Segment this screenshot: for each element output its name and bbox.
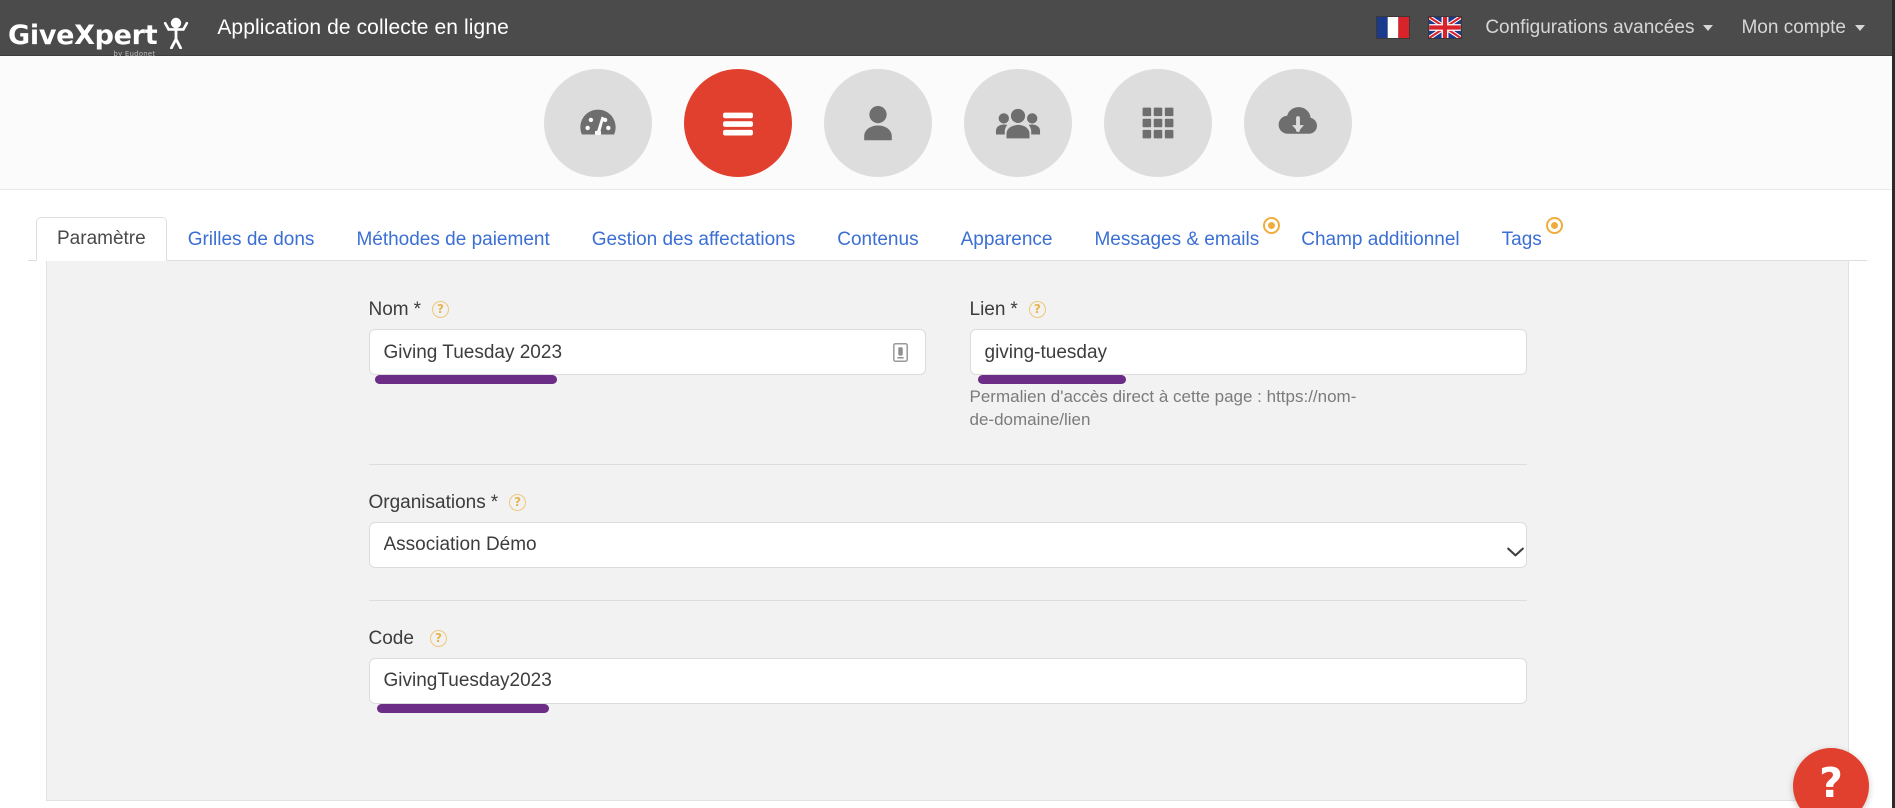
- nav-icon-apps[interactable]: [1103, 68, 1212, 177]
- field-group-code: Code ? GivingTuesday2023: [368, 629, 1527, 713]
- tab-methodes-de-paiement[interactable]: Méthodes de paiement: [335, 218, 570, 261]
- question-circle-icon[interactable]: ?: [509, 493, 527, 511]
- required-marker: *: [490, 491, 499, 513]
- section-divider: [368, 463, 1527, 465]
- annotation-underline-nom: [374, 375, 557, 384]
- question-mark-icon: ?: [1819, 759, 1843, 807]
- tab-parametre[interactable]: Paramètre: [36, 217, 167, 261]
- status-badge-tags: [1545, 217, 1563, 234]
- menu-mon-compte-label: Mon compte: [1741, 16, 1846, 38]
- brand-logo[interactable]: GiveXpert by Eudonet: [8, 0, 189, 58]
- field-label-code: Code ?: [369, 629, 1527, 648]
- annotation-underline-code: [376, 703, 549, 713]
- required-marker: *: [1010, 299, 1018, 320]
- application-window: GiveXpert by Eudonet Application de coll…: [0, 0, 1895, 808]
- person-icon: [855, 100, 901, 146]
- tab-contenus[interactable]: Contenus: [816, 218, 939, 261]
- tab-messages-emails[interactable]: Messages & emails: [1073, 217, 1281, 261]
- module-icon-navigation: [0, 56, 1895, 190]
- tab-champ-additionnel-label: Champ additionnel: [1301, 229, 1460, 250]
- tab-contenus-label: Contenus: [837, 229, 919, 250]
- menu-configurations-avancees-label: Configurations avancées: [1485, 16, 1695, 38]
- field-label-nom-text: Nom: [368, 299, 409, 320]
- field-label-lien-text: Lien: [969, 299, 1006, 320]
- question-circle-icon[interactable]: ?: [429, 629, 447, 647]
- field-label-nom: Nom * ?: [369, 300, 926, 319]
- lien-help-text: Permalien d'accès direct à cette page : …: [969, 387, 1357, 429]
- required-marker: *: [413, 299, 422, 320]
- top-navigation-bar: GiveXpert by Eudonet Application de coll…: [0, 0, 1895, 58]
- nav-icon-campaigns[interactable]: [683, 68, 792, 177]
- cloud-download-icon: [1275, 100, 1321, 146]
- help-support-button[interactable]: ?: [1793, 748, 1869, 808]
- nav-icon-contacts[interactable]: [823, 68, 932, 177]
- section-divider: [368, 599, 1527, 601]
- chevron-down-icon: [1855, 24, 1865, 31]
- person-raised-arms-icon: [163, 17, 189, 50]
- chevron-down-icon: [1703, 24, 1714, 31]
- nav-icon-dashboard[interactable]: [543, 68, 652, 177]
- code-input-value: GivingTuesday2023: [383, 671, 552, 691]
- nom-input[interactable]: Giving Tuesday 2023: [368, 329, 926, 375]
- status-badge-messages-emails: [1263, 217, 1281, 234]
- tab-apparence[interactable]: Apparence: [940, 218, 1074, 261]
- menu-configurations-avancees[interactable]: Configurations avancées: [1471, 0, 1727, 55]
- field-group-organisations: Organisations * ? Association Démo: [368, 493, 1527, 568]
- tab-bar: Paramètre Grilles de dons Méthodes de pa…: [28, 215, 1867, 261]
- brand-name-text: GiveXpert: [8, 20, 158, 51]
- field-label-code-text: Code: [368, 627, 414, 649]
- field-label-organisations: Organisations * ?: [369, 493, 1527, 512]
- nav-icon-export[interactable]: [1243, 68, 1352, 177]
- tab-tags-label: Tags: [1501, 229, 1542, 250]
- grid-apps-icon: [1137, 102, 1179, 144]
- translate-icon[interactable]: [891, 341, 911, 363]
- tab-gestion-des-affectations[interactable]: Gestion des affectations: [571, 218, 817, 261]
- form-row-nom-lien: Nom * ? Giving Tuesday 2023 Lien * ? giv…: [368, 300, 1527, 432]
- tab-parametre-label: Paramètre: [57, 228, 146, 249]
- tab-grilles-de-dons-label: Grilles de dons: [187, 229, 315, 250]
- field-group-nom: Nom * ? Giving Tuesday 2023: [368, 300, 926, 432]
- code-input[interactable]: GivingTuesday2023: [368, 657, 1527, 704]
- tab-methodes-de-paiement-label: Méthodes de paiement: [356, 229, 550, 250]
- flag-united-kingdom-icon[interactable]: [1428, 15, 1463, 40]
- brand-name: GiveXpert by Eudonet: [8, 20, 158, 58]
- field-group-lien: Lien * ? giving-tuesday Permalien d'accè…: [969, 300, 1527, 432]
- tab-grilles-de-dons[interactable]: Grilles de dons: [167, 218, 336, 261]
- tab-messages-emails-label: Messages & emails: [1094, 229, 1260, 250]
- organisations-select-value: Association Démo: [383, 535, 537, 555]
- hamburger-menu-icon: [715, 100, 761, 146]
- lien-input[interactable]: giving-tuesday: [969, 329, 1527, 375]
- tab-gestion-des-affectations-label: Gestion des affectations: [591, 229, 796, 250]
- organisations-select[interactable]: Association Démo: [368, 521, 1527, 568]
- settings-tab-container: Paramètre Grilles de dons Méthodes de pa…: [0, 190, 1895, 808]
- tab-champ-additionnel[interactable]: Champ additionnel: [1280, 218, 1480, 261]
- question-circle-icon[interactable]: ?: [1028, 301, 1046, 318]
- menu-mon-compte[interactable]: Mon compte: [1727, 0, 1879, 55]
- lien-input-value: giving-tuesday: [984, 342, 1108, 362]
- question-circle-icon[interactable]: ?: [432, 301, 450, 318]
- gauge-icon: [575, 100, 621, 146]
- nav-icon-groups[interactable]: [963, 68, 1072, 177]
- flag-france-icon[interactable]: [1376, 16, 1411, 39]
- tab-apparence-label: Apparence: [960, 229, 1053, 250]
- tab-tags[interactable]: Tags: [1481, 217, 1563, 261]
- page-title: Application de collecte en ligne: [217, 15, 509, 39]
- field-label-organisations-text: Organisations: [368, 491, 486, 513]
- settings-panel: Nom * ? Giving Tuesday 2023 Lien * ? giv…: [46, 261, 1849, 801]
- annotation-underline-lien: [977, 375, 1126, 384]
- nom-input-value: Giving Tuesday 2023: [383, 342, 563, 362]
- top-bar-right-actions: Configurations avancées Mon compte: [1367, 0, 1879, 55]
- field-label-lien: Lien * ?: [970, 300, 1527, 319]
- users-group-icon: [995, 100, 1041, 146]
- parametre-form: Nom * ? Giving Tuesday 2023 Lien * ? giv…: [368, 295, 1527, 713]
